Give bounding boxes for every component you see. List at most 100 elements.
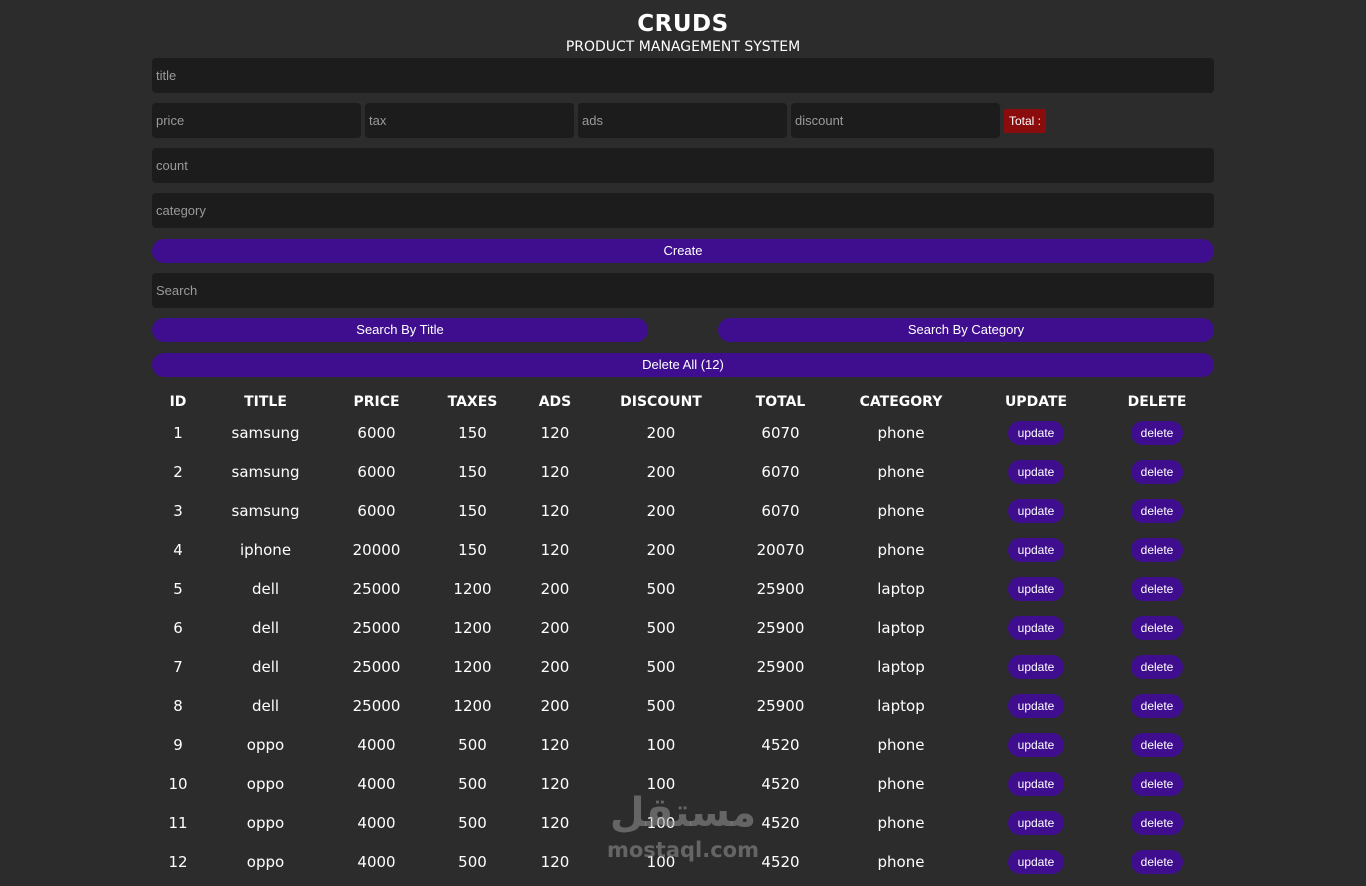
cell-ads: 120: [540, 501, 570, 520]
cell-total: 6070: [761, 423, 800, 442]
delete-button[interactable]: delete: [1130, 810, 1184, 835]
table-row: 7 dell 25000 1200 200 500 25900 laptop update del…: [152, 647, 1214, 686]
delete-button[interactable]: delete: [1130, 420, 1184, 445]
create-button[interactable]: Create: [152, 239, 1214, 263]
cell-discount: 100: [646, 735, 676, 754]
column-header-ads: ADS: [538, 394, 572, 410]
cell-category: phone: [877, 501, 925, 520]
page-subtitle: PRODUCT MANAGEMENT SYSTEM: [565, 39, 801, 55]
cell-delete: delete: [1100, 608, 1214, 647]
crud-app: CRUDS PRODUCT MANAGEMENT SYSTEM Total : …: [152, 0, 1214, 881]
cell-price: 4000: [357, 813, 396, 832]
cell-ads: 120: [540, 774, 570, 793]
cell-category: phone: [877, 813, 925, 832]
delete-button[interactable]: delete: [1130, 576, 1184, 601]
cell-delete: delete: [1100, 842, 1214, 881]
column-header-delete: DELETE: [1127, 394, 1187, 410]
update-button[interactable]: update: [1007, 771, 1065, 796]
update-button[interactable]: update: [1007, 732, 1065, 757]
table-row: 3 samsung 6000 150 120 200 6070 phone update dele…: [152, 491, 1214, 530]
cell-delete: delete: [1100, 647, 1214, 686]
cell-taxes: 1200: [453, 696, 492, 715]
cell-taxes: 150: [458, 540, 487, 559]
cell-title: samsung: [231, 462, 300, 481]
search-by-title-button[interactable]: Search By Title: [152, 318, 648, 342]
cell-ads: 120: [540, 462, 570, 481]
cell-discount: 500: [646, 696, 676, 715]
title-input[interactable]: [152, 58, 1214, 93]
count-input[interactable]: [152, 148, 1214, 183]
update-button[interactable]: update: [1007, 459, 1065, 484]
cell-id: 1: [173, 423, 183, 442]
cell-discount: 100: [646, 813, 676, 832]
delete-button[interactable]: delete: [1130, 615, 1184, 640]
table-row: 12 oppo 4000 500 120 100 4520 phone update delete: [152, 842, 1214, 881]
discount-input[interactable]: [791, 103, 1000, 138]
cell-title: dell: [251, 618, 280, 637]
price-input[interactable]: [152, 103, 361, 138]
update-button[interactable]: update: [1007, 498, 1065, 523]
cell-category: phone: [877, 540, 925, 559]
update-button[interactable]: update: [1007, 615, 1065, 640]
tax-input[interactable]: [365, 103, 574, 138]
cell-update: update: [972, 725, 1100, 764]
cell-title: dell: [251, 696, 280, 715]
column-header-discount: DISCOUNT: [620, 394, 702, 410]
update-button[interactable]: update: [1007, 420, 1065, 445]
cell-price: 6000: [357, 423, 396, 442]
cell-title: oppo: [246, 813, 285, 832]
cell-delete: delete: [1100, 686, 1214, 725]
cell-discount: 200: [646, 540, 676, 559]
search-input[interactable]: [152, 273, 1214, 308]
update-button[interactable]: update: [1007, 537, 1065, 562]
update-button[interactable]: update: [1007, 810, 1065, 835]
cell-category: phone: [877, 774, 925, 793]
table-row: 2 samsung 6000 150 120 200 6070 phone update dele…: [152, 452, 1214, 491]
delete-button[interactable]: delete: [1130, 732, 1184, 757]
delete-button[interactable]: delete: [1130, 459, 1184, 484]
update-button[interactable]: update: [1007, 576, 1065, 601]
delete-button[interactable]: delete: [1130, 537, 1184, 562]
cell-price: 25000: [352, 696, 401, 715]
cell-price: 25000: [352, 579, 401, 598]
cell-total: 25900: [756, 696, 805, 715]
cell-total: 25900: [756, 579, 805, 598]
cell-category: phone: [877, 423, 925, 442]
delete-button[interactable]: delete: [1130, 771, 1184, 796]
delete-all-button[interactable]: Delete All (12): [152, 353, 1214, 377]
cell-taxes: 1200: [453, 657, 492, 676]
delete-button[interactable]: delete: [1130, 498, 1184, 523]
column-header-id: ID: [169, 394, 187, 410]
update-button[interactable]: update: [1007, 693, 1065, 718]
cell-category: phone: [877, 852, 925, 871]
cell-delete: delete: [1100, 569, 1214, 608]
search-by-category-button[interactable]: Search By Category: [718, 318, 1214, 342]
cell-category: laptop: [877, 657, 925, 676]
delete-button[interactable]: delete: [1130, 654, 1184, 679]
cell-update: update: [972, 413, 1100, 452]
cell-discount: 200: [646, 423, 676, 442]
cell-update: update: [972, 842, 1100, 881]
update-button[interactable]: update: [1007, 849, 1065, 874]
cell-total: 20070: [756, 540, 805, 559]
table-body: 1 samsung 6000 150 120 200 6070 phone update dele…: [152, 413, 1214, 881]
cell-price: 20000: [352, 540, 401, 559]
cell-title: samsung: [231, 423, 300, 442]
cell-ads: 200: [540, 618, 570, 637]
delete-button[interactable]: delete: [1130, 849, 1184, 874]
cell-title: samsung: [231, 501, 300, 520]
delete-button[interactable]: delete: [1130, 693, 1184, 718]
ads-input[interactable]: [578, 103, 787, 138]
update-button[interactable]: update: [1007, 654, 1065, 679]
column-header-price: PRICE: [353, 394, 400, 410]
cell-taxes: 500: [458, 774, 487, 793]
category-input[interactable]: [152, 193, 1214, 228]
cell-ads: 200: [540, 579, 570, 598]
cell-category: phone: [877, 462, 925, 481]
cell-update: update: [972, 608, 1100, 647]
cell-total: 4520: [761, 852, 800, 871]
cell-delete: delete: [1100, 530, 1214, 569]
cell-title: oppo: [246, 774, 285, 793]
cell-taxes: 1200: [453, 618, 492, 637]
cell-category: laptop: [877, 618, 925, 637]
